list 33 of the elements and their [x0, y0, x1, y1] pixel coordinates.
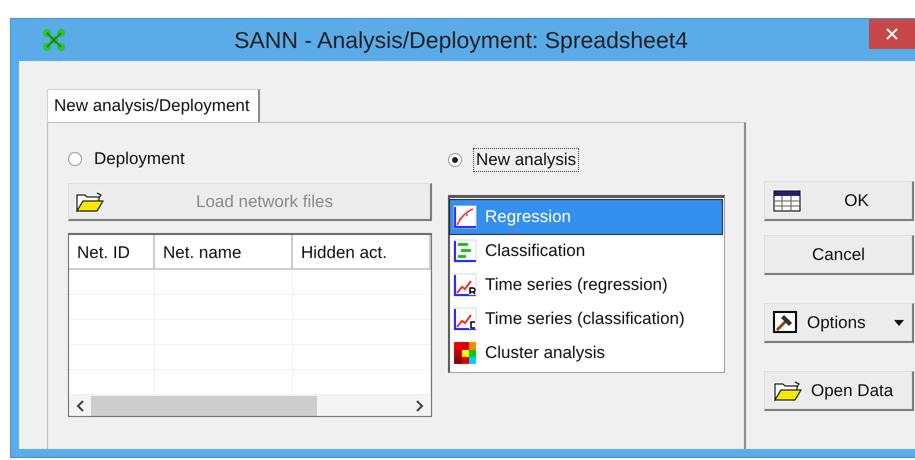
- dialog-button[interactable]: Options: [764, 303, 914, 343]
- curve-chart-icon: [453, 205, 477, 229]
- close-button[interactable]: [869, 19, 915, 49]
- list-item[interactable]: Time series (classification): [450, 302, 722, 336]
- folder-icon: [773, 380, 803, 402]
- column-header[interactable]: Hidden act.: [293, 235, 431, 270]
- column-header[interactable]: Net. ID: [69, 235, 155, 270]
- heatmap-icon: [453, 341, 477, 365]
- folder-icon: [75, 190, 105, 212]
- line-chart-icon: [453, 273, 477, 297]
- molecule-icon: [41, 27, 67, 53]
- dialog-button[interactable]: Open Data: [764, 371, 914, 411]
- column-header[interactable]: Net. name: [155, 235, 293, 270]
- table-icon: [773, 190, 801, 212]
- list-item[interactable]: Cluster analysis: [450, 336, 722, 370]
- radio-button[interactable]: [68, 152, 82, 166]
- dialog-button[interactable]: OK: [764, 181, 914, 221]
- bar-list-icon: [453, 239, 477, 263]
- radio-label: Deployment: [94, 149, 185, 169]
- scroll-left-icon: [76, 400, 84, 412]
- scroll-right-icon: [416, 400, 424, 412]
- hammer-icon: [773, 310, 799, 334]
- window-title: SANN - Analysis/Deployment: Spreadsheet4: [233, 26, 689, 54]
- radio-label: New analysis: [474, 149, 578, 171]
- tab[interactable]: New analysis/Deployment: [47, 89, 260, 122]
- list-item[interactable]: Classification: [450, 234, 722, 268]
- dialog-button[interactable]: Cancel: [764, 235, 914, 275]
- list-item[interactable]: Time series (regression): [450, 268, 722, 302]
- caret-icon: [894, 320, 904, 326]
- scrollbar[interactable]: [69, 395, 431, 416]
- line-chart-icon: [453, 307, 477, 331]
- radio-button[interactable]: [448, 153, 462, 167]
- close-icon: [886, 28, 898, 40]
